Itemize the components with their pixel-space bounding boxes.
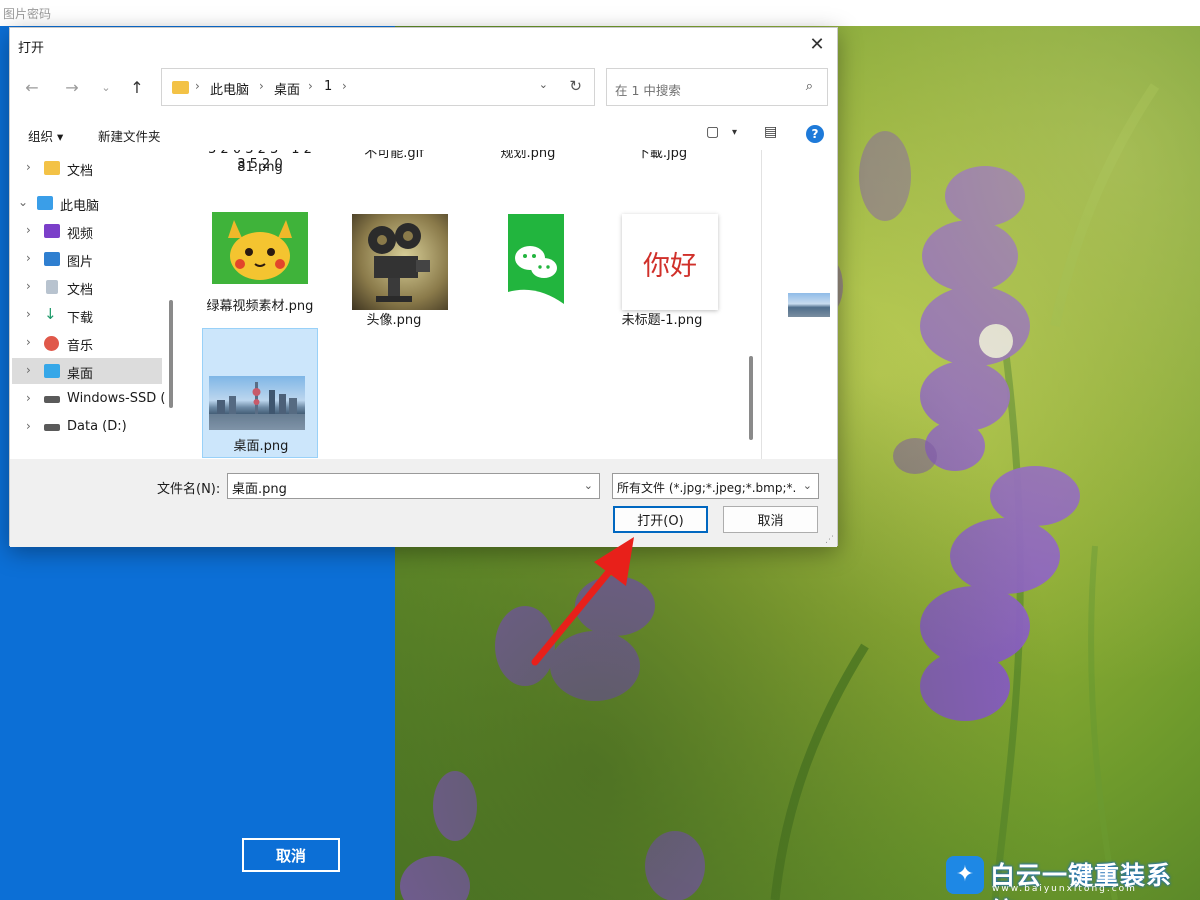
annotation-arrow-icon <box>531 537 634 666</box>
